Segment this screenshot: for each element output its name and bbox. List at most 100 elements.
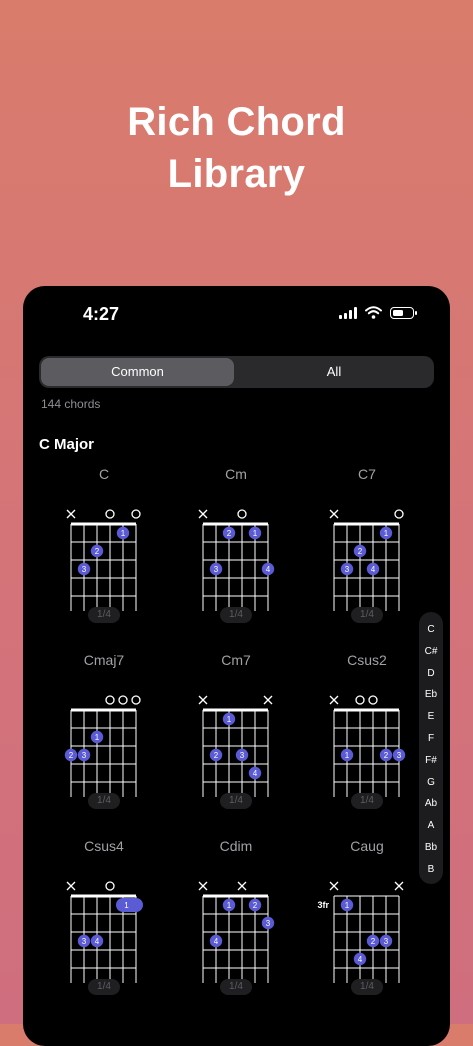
segment-all[interactable]: All: [236, 358, 432, 386]
index-letter[interactable]: B: [419, 864, 443, 875]
index-letter[interactable]: A: [419, 820, 443, 831]
finger-number: 3: [240, 751, 245, 760]
chord-name: Cdim: [219, 838, 253, 854]
chord-card[interactable]: Csus4 1 3 4 1/4: [54, 838, 154, 1008]
finger-number: 1: [95, 733, 100, 742]
cellular-signal-icon: [339, 306, 357, 319]
voicing-page-indicator[interactable]: 1/4: [351, 979, 383, 995]
wifi-icon: [365, 306, 382, 319]
voicing-page-indicator[interactable]: 1/4: [88, 607, 120, 623]
finger-number: 4: [266, 565, 271, 574]
chord-name: C: [98, 466, 110, 482]
open-string-marker: [131, 695, 141, 705]
voicing-page-indicator[interactable]: 1/4: [88, 793, 120, 809]
finger-number: 2: [69, 751, 74, 760]
muted-string-marker: [394, 881, 404, 891]
finger-number: 3: [397, 751, 402, 760]
chord-card[interactable]: Caug 3fr 1 2 3 4 1/4: [317, 838, 417, 1008]
battery-icon: [390, 306, 417, 319]
status-icons: [339, 306, 417, 319]
muted-string-marker: [329, 881, 339, 891]
muted-string-marker: [329, 509, 339, 519]
open-string-marker: [105, 881, 115, 891]
chord-card[interactable]: C 1 2 3 1/4: [54, 466, 154, 636]
voicing-page-indicator[interactable]: 1/4: [220, 979, 252, 995]
chord-card[interactable]: Cm 2 1 3 4 1/4: [186, 466, 286, 636]
chord-diagram: 1 23: [329, 695, 406, 797]
index-letter[interactable]: Ab: [419, 798, 443, 809]
finger-number: 3: [82, 937, 87, 946]
index-letter[interactable]: E: [419, 711, 443, 722]
finger-number: 1: [345, 751, 350, 760]
chord-count: 144 chords: [41, 397, 101, 411]
voicing-page-indicator[interactable]: 1/4: [220, 793, 252, 809]
open-string-marker: [131, 509, 141, 519]
chord-diagram: 1 23 4: [198, 881, 275, 983]
chord-name: Caug: [350, 838, 384, 854]
index-letter[interactable]: F#: [419, 755, 443, 766]
finger-number: 2: [214, 751, 219, 760]
finger-number: 2: [253, 901, 258, 910]
status-time: 4:27: [83, 304, 120, 324]
index-letter[interactable]: F: [419, 733, 443, 744]
index-letter[interactable]: Bb: [419, 842, 443, 853]
open-string-marker: [394, 509, 404, 519]
muted-string-marker: [263, 695, 273, 705]
finger-number: 4: [95, 937, 100, 946]
chord-card[interactable]: Cdim 1 2 3 4 1/4: [186, 838, 286, 1008]
promo-headline-line1: Rich Chord: [127, 100, 346, 144]
finger-number: 4: [253, 769, 258, 778]
chord-name: Csus4: [84, 838, 124, 854]
chord-name: Csus2: [347, 652, 387, 668]
chord-card[interactable]: C7 1 2 3 4 1/4: [317, 466, 417, 636]
chord-card[interactable]: Csus2 1 2 3 1/4: [317, 652, 417, 822]
finger-number: 2: [95, 547, 100, 556]
barre-marker: [116, 898, 143, 912]
finger-number: 2: [227, 529, 232, 538]
promo-headline: Rich Chord Library: [0, 96, 473, 200]
chord-card[interactable]: Cmaj7 1 2 3 1/4: [54, 652, 154, 822]
finger-number: 4: [214, 937, 219, 946]
muted-string-marker: [66, 509, 76, 519]
finger-number: 2: [384, 751, 389, 760]
finger-number: 3: [82, 565, 87, 574]
open-string-marker: [105, 509, 115, 519]
chord-name: Cmaj7: [83, 652, 125, 668]
muted-string-marker: [329, 695, 339, 705]
open-string-marker: [368, 695, 378, 705]
finger-number: 1: [227, 901, 232, 910]
index-letter[interactable]: C: [419, 624, 443, 635]
chord-diagram: 1234: [198, 695, 273, 797]
chord-name: Cm: [225, 466, 247, 482]
finger-number: 4: [358, 955, 363, 964]
finger-number: 1: [124, 901, 129, 910]
section-title: C Major: [39, 436, 95, 453]
index-letter[interactable]: C#: [419, 646, 443, 657]
chord-card[interactable]: Cm7 1 2 3 4 1/4: [186, 652, 286, 822]
voicing-page-indicator[interactable]: 1/4: [351, 793, 383, 809]
voicing-page-indicator[interactable]: 1/4: [88, 979, 120, 995]
promo-headline-line2: Library: [167, 152, 306, 196]
muted-string-marker: [66, 881, 76, 891]
index-letter[interactable]: G: [419, 777, 443, 788]
chord-diagram: 1 23: [64, 695, 141, 797]
voicing-page-indicator[interactable]: 1/4: [351, 607, 383, 623]
chord-diagram: 1 3 4: [66, 881, 143, 983]
segment-common[interactable]: Common: [41, 358, 234, 386]
open-string-marker: [355, 695, 365, 705]
open-string-marker: [105, 695, 115, 705]
fret-position-label: 3fr: [317, 900, 329, 910]
alphabet-index-bar[interactable]: C C# D Eb E F F# G Ab A Bb B: [419, 612, 443, 884]
status-bar: 4:27: [23, 286, 450, 342]
finger-number: 3: [82, 751, 87, 760]
finger-number: 3: [345, 565, 350, 574]
finger-number: 1: [384, 529, 389, 538]
finger-number: 3: [266, 919, 271, 928]
finger-number: 3: [214, 565, 219, 574]
battery-level-fill: [393, 309, 403, 316]
index-letter[interactable]: D: [419, 668, 443, 679]
muted-string-marker: [198, 695, 208, 705]
index-letter[interactable]: Eb: [419, 689, 443, 700]
finger-number: 1: [121, 529, 126, 538]
voicing-page-indicator[interactable]: 1/4: [220, 607, 252, 623]
